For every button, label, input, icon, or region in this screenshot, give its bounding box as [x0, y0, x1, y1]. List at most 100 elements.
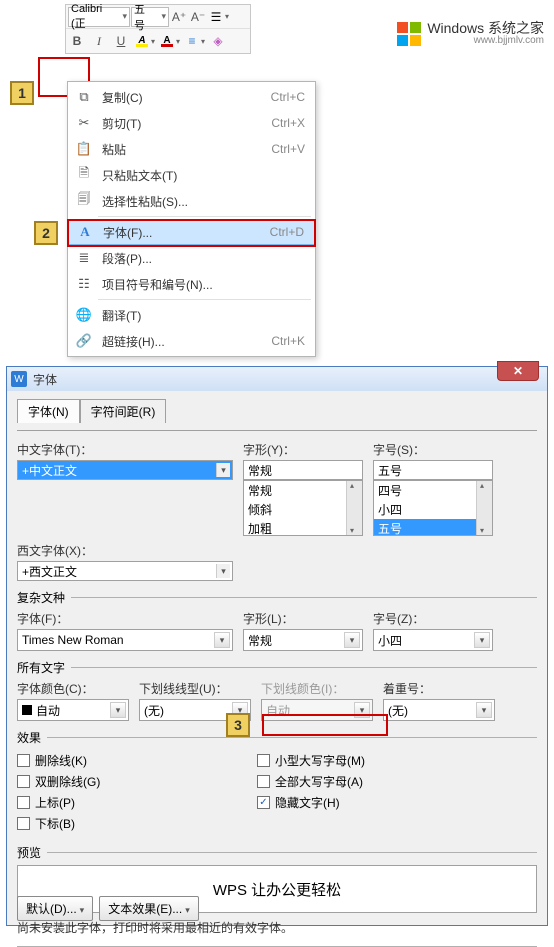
- emphasis-label: 着重号：: [383, 680, 495, 697]
- ctx-paste-text[interactable]: 🗎 只粘贴文本(T): [68, 162, 315, 188]
- ctx-paste-special[interactable]: 🗐 选择性粘贴(S)...: [68, 188, 315, 214]
- ctx-translate[interactable]: 🌐 翻译(T): [68, 302, 315, 328]
- watermark-url: www.bjjmlv.com: [427, 35, 544, 46]
- emphasis-combo[interactable]: (无)▾: [383, 699, 495, 721]
- alltext-group-label: 所有文字: [17, 659, 65, 676]
- paste-text-icon: 🗎: [74, 164, 94, 186]
- bold-button[interactable]: B: [68, 31, 86, 51]
- dialog-titlebar: W 字体 ✕: [7, 367, 547, 391]
- chk-double-strike[interactable]: 双删除线(G): [17, 773, 217, 790]
- ctx-paste-special-label: 选择性粘贴(S)...: [102, 193, 309, 210]
- ctx-separator-2: [98, 299, 311, 300]
- ctx-paste-shortcut: Ctrl+V: [271, 142, 305, 156]
- chk-allcaps[interactable]: 全部大写字母(A): [257, 773, 365, 790]
- fontcolor-label: 字体颜色(C)：: [17, 680, 129, 697]
- text-effect-button[interactable]: 文本效果(E)...▾: [99, 896, 199, 921]
- font-size-combo[interactable]: 五号: [131, 7, 169, 27]
- ctx-cut-shortcut: Ctrl+X: [271, 116, 305, 130]
- ctx-hyperlink[interactable]: 🔗 超链接(H)... Ctrl+K: [68, 328, 315, 354]
- underlinecolor-label: 下划线颜色(I)：: [261, 680, 373, 697]
- size-input[interactable]: 五号: [373, 460, 493, 480]
- ctx-copy[interactable]: ⧉ 复制(C) Ctrl+C: [68, 84, 315, 110]
- dialog-title-text: 字体: [33, 371, 57, 388]
- ctx-separator: [98, 216, 311, 217]
- complex-font-combo[interactable]: Times New Roman▾: [17, 629, 233, 651]
- size-label: 字号(S)：: [373, 441, 493, 458]
- scrollbar[interactable]: [476, 481, 492, 535]
- ctx-paste-label: 粘贴: [102, 141, 271, 158]
- complex-size-combo[interactable]: 小四▾: [373, 629, 493, 651]
- cn-font-combo[interactable]: +中文正文▾: [17, 460, 233, 480]
- dialog-note: 尚未安装此字体，打印时将采用最相近的有效字体。: [17, 919, 537, 936]
- line-spacing-button[interactable]: ☰▾: [208, 9, 229, 25]
- ctx-cut-label: 剪切(T): [102, 115, 271, 132]
- ctx-copy-shortcut: Ctrl+C: [271, 90, 305, 104]
- font-name-combo[interactable]: Calibri (正: [68, 7, 130, 27]
- style-label: 字形(Y)：: [243, 441, 363, 458]
- ctx-hyperlink-shortcut: Ctrl+K: [271, 334, 305, 348]
- underline-button[interactable]: U: [112, 31, 130, 51]
- callout-2-highlight: [67, 219, 316, 247]
- ctx-paragraph[interactable]: ≣ 段落(P)...: [68, 245, 315, 271]
- scrollbar[interactable]: [346, 481, 362, 535]
- callout-2: 2: [34, 221, 58, 245]
- ctx-hyperlink-label: 超链接(H)...: [102, 333, 271, 350]
- chk-subscript[interactable]: 下标(B): [17, 815, 217, 832]
- chk-superscript[interactable]: 上标(P): [17, 794, 217, 811]
- ctx-cut[interactable]: ✂ 剪切(T) Ctrl+X: [68, 110, 315, 136]
- copy-icon: ⧉: [74, 89, 94, 105]
- complex-style-combo[interactable]: 常规▾: [243, 629, 363, 651]
- fontcolor-combo[interactable]: 自动▾: [17, 699, 129, 721]
- highlight-button[interactable]: A ▾: [134, 33, 155, 49]
- italic-button[interactable]: I: [90, 31, 108, 51]
- paste-special-icon: 🗐: [74, 190, 94, 212]
- en-font-label: 西文字体(X)：: [17, 542, 233, 559]
- callout-3: 3: [226, 713, 250, 737]
- effects-group-label: 效果: [17, 729, 41, 746]
- paragraph-icon: ≣: [74, 250, 94, 266]
- ctx-translate-label: 翻译(T): [102, 307, 309, 324]
- size-listbox[interactable]: 四号 小四 五号: [373, 480, 493, 536]
- ctx-bullets-label: 项目符号和编号(N)...: [102, 276, 309, 293]
- complex-font-label: 字体(F)：: [17, 610, 233, 627]
- watermark: Windows 系统之家 www.bjjmlv.com: [393, 19, 548, 48]
- default-button[interactable]: 默认(D)...▾: [17, 896, 93, 921]
- translate-icon: 🌐: [74, 307, 94, 323]
- bullets-icon: ☷: [74, 276, 94, 292]
- watermark-brand: Windows 系统之家: [427, 21, 544, 35]
- underlinestyle-label: 下划线线型(U)：: [139, 680, 251, 697]
- chk-hidden[interactable]: ✓隐藏文字(H): [257, 794, 365, 811]
- tab-font[interactable]: 字体(N): [17, 399, 80, 423]
- complex-group-label: 复杂文种: [17, 589, 65, 606]
- formatting-toolbar: Calibri (正 五号 A⁺ A⁻ ☰▾ B I U A ▾ A ▾ ≡▾ …: [65, 4, 251, 54]
- ctx-bullets[interactable]: ☷ 项目符号和编号(N)...: [68, 271, 315, 297]
- clipboard-icon: 📋: [74, 141, 94, 157]
- ctx-copy-label: 复制(C): [102, 89, 271, 106]
- ctx-paste-text-label: 只粘贴文本(T): [102, 167, 309, 184]
- complex-size-label: 字号(Z)：: [373, 610, 493, 627]
- font-dialog: W 字体 ✕ 字体(N) 字符间距(R) 中文字体(T)： +中文正文▾ 字形(…: [6, 366, 548, 926]
- windows-logo-icon: [397, 22, 421, 46]
- callout-3-highlight: [262, 714, 388, 736]
- font-color-button[interactable]: A ▾: [159, 33, 180, 49]
- grow-font-button[interactable]: A⁺: [170, 7, 188, 27]
- style-listbox[interactable]: 常规 倾斜 加粗: [243, 480, 363, 536]
- preview-group-label: 预览: [17, 844, 41, 861]
- ctx-paragraph-label: 段落(P)...: [102, 250, 309, 267]
- cn-font-label: 中文字体(T)：: [17, 441, 233, 458]
- style-input[interactable]: 常规: [243, 460, 363, 480]
- eraser-button[interactable]: ◈: [209, 31, 227, 51]
- scissors-icon: ✂: [74, 115, 94, 131]
- tab-char-spacing[interactable]: 字符间距(R): [80, 399, 167, 423]
- chk-strike[interactable]: 删除线(K): [17, 752, 217, 769]
- shrink-font-button[interactable]: A⁻: [189, 7, 207, 27]
- ctx-paste[interactable]: 📋 粘贴 Ctrl+V: [68, 136, 315, 162]
- dialog-close-button[interactable]: ✕: [497, 361, 539, 381]
- callout-1: 1: [10, 81, 34, 105]
- app-icon: W: [11, 371, 27, 387]
- align-button[interactable]: ≡▾: [184, 33, 205, 49]
- link-icon: 🔗: [74, 333, 94, 349]
- en-font-combo[interactable]: +西文正文▾: [17, 561, 233, 581]
- complex-style-label: 字形(L)：: [243, 610, 363, 627]
- chk-smallcaps[interactable]: 小型大写字母(M): [257, 752, 365, 769]
